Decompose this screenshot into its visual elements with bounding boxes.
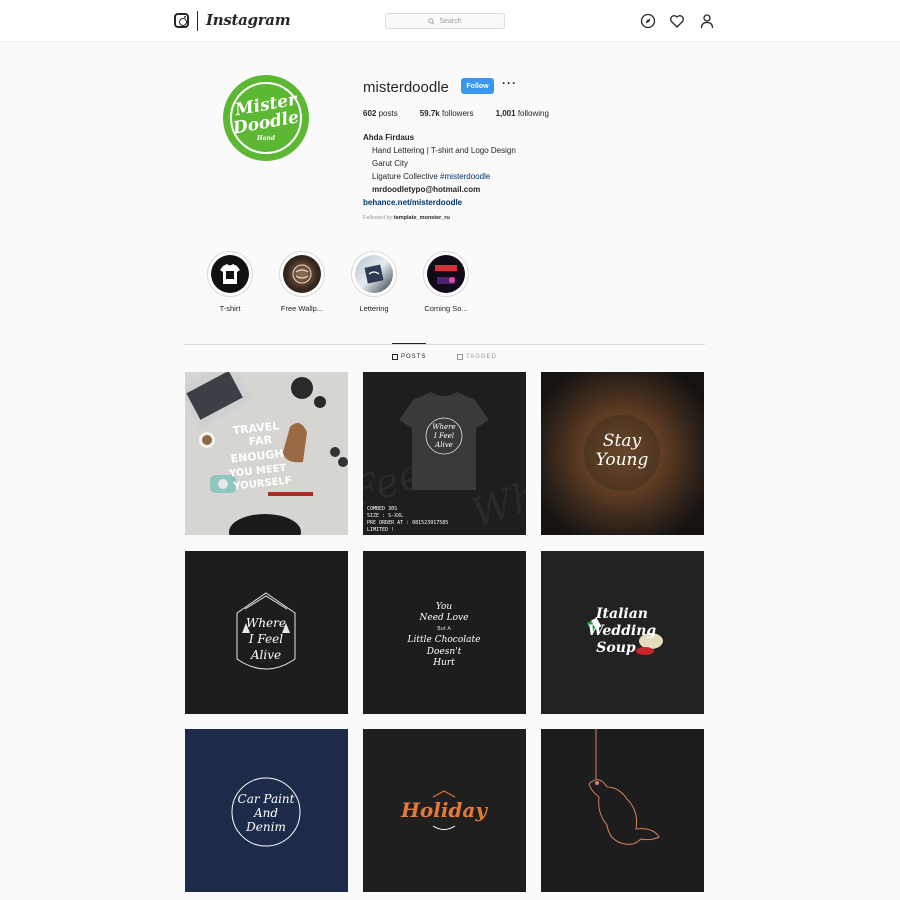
following-count: 1,001: [495, 109, 516, 118]
post-text: I Feel: [433, 432, 454, 440]
post-text: Alive: [434, 441, 453, 449]
highlight-cover: [211, 255, 249, 293]
post-text: But A: [437, 626, 451, 632]
post-thumbnail[interactable]: Italian Wedding Soup: [541, 551, 704, 714]
instagram-wordmark[interactable]: Instagram: [206, 11, 291, 29]
post-caption: COMBED 30S: [367, 506, 397, 512]
posts-stat: 602 posts: [363, 109, 398, 118]
post-text: Denim: [245, 820, 286, 834]
lettering-icon: [292, 264, 312, 284]
tab-label: TAGGED: [466, 354, 497, 360]
search-placeholder: Search: [439, 17, 462, 25]
hashtag-link[interactable]: #misterdoodle: [440, 172, 490, 181]
followed-by-user[interactable]: template_monster_ru: [394, 215, 450, 221]
highlight-coming-soon[interactable]: Coming So...: [423, 251, 469, 313]
post-text: Doesn't: [426, 647, 462, 657]
bio-line: Garut City: [372, 159, 409, 168]
post-thumbnail[interactable]: TRAVEL FAR ENOUGH YOU MEET YOURSELF: [185, 372, 348, 535]
post-text: And: [253, 806, 278, 820]
post-thumbnail[interactable]: Car Paint And Denim: [185, 729, 348, 892]
profile-stats: 602 posts 59.7k followers 1,001 followin…: [363, 109, 549, 118]
followed-by-prefix: Followed by: [363, 215, 394, 221]
post-text: Stay: [603, 431, 642, 451]
posts-label: posts: [378, 109, 398, 118]
tab-posts[interactable]: POSTS: [392, 354, 426, 360]
tshirt-icon: [220, 264, 240, 284]
heart-icon[interactable]: [669, 13, 685, 29]
highlight-cover: [283, 255, 321, 293]
logo-divider: [197, 11, 198, 31]
tabs-divider: [184, 344, 705, 345]
highlight-ring: [423, 251, 469, 297]
post-text: Car Paint: [238, 792, 295, 806]
lettering-card-icon: [364, 264, 384, 284]
instagram-glyph-icon[interactable]: [174, 13, 189, 28]
post-thumbnail[interactable]: You Need Love But A Little Chocolate Doe…: [363, 551, 526, 714]
post-text: Young: [596, 450, 649, 470]
highlight-free-wallpaper[interactable]: Free Wallp...: [279, 251, 325, 313]
following-label: following: [517, 109, 549, 118]
search-icon: [428, 17, 436, 25]
avatar-text-small: Hand: [256, 135, 276, 142]
post-text: You: [436, 602, 453, 612]
post-text: Wedding: [588, 623, 657, 639]
followers-stat[interactable]: 59.7k followers: [420, 109, 474, 118]
post-text: Where: [246, 616, 286, 630]
top-navigation-bar: Instagram Search: [0, 0, 900, 42]
profile-bio: Ahda Firdaus Hand Lettering | T-shirt an…: [363, 131, 516, 209]
website-link[interactable]: behance.net/misterdoodle: [363, 196, 516, 209]
post-text: Hurt: [432, 658, 455, 668]
coming-soon-icon: [435, 265, 457, 284]
followers-label: followers: [441, 109, 474, 118]
compass-icon[interactable]: [640, 13, 656, 29]
post-text: Alive: [250, 648, 281, 662]
following-stat[interactable]: 1,001 following: [496, 109, 549, 118]
follow-button[interactable]: Follow: [461, 78, 494, 94]
post-text: Soup: [596, 640, 636, 656]
bio-line: Hand Lettering | T-shirt and Logo Design: [372, 146, 516, 155]
post-caption: SIZE : S-XXL: [367, 513, 403, 519]
tag-icon: [457, 354, 463, 360]
post-text: FAR: [248, 433, 273, 448]
active-tab-indicator: [392, 343, 426, 344]
highlight-ring: [351, 251, 397, 297]
post-caption: LIMITED !: [367, 527, 394, 533]
bio-line: Ligature Collective #misterdoodle: [363, 170, 516, 183]
post-text: Where: [432, 423, 455, 431]
profile-username: misterdoodle: [363, 79, 449, 96]
tab-tagged[interactable]: TAGGED: [457, 354, 497, 360]
bio-text: Ligature Collective: [372, 172, 441, 181]
post-text: Italian: [595, 606, 648, 622]
post-thumbnail[interactable]: Feel Where Where I Feel Alive COMBED 30S…: [363, 372, 526, 535]
post-text: Holiday: [400, 798, 488, 822]
person-icon[interactable]: [699, 13, 715, 29]
post-thumbnail[interactable]: [541, 729, 704, 892]
post-text: Need Love: [419, 613, 469, 623]
highlight-tshirt[interactable]: T-shirt: [207, 251, 253, 313]
post-thumbnail[interactable]: Holiday: [363, 729, 526, 892]
highlight-cover: [355, 255, 393, 293]
posts-count: 602: [363, 109, 377, 118]
highlight-ring: [207, 251, 253, 297]
search-input[interactable]: Search: [385, 13, 505, 29]
post-caption: PRE ORDER AT : 081523917585: [367, 520, 448, 526]
grid-icon: [392, 354, 398, 360]
tab-label: POSTS: [401, 354, 427, 360]
highlight-label: Coming So...: [424, 304, 468, 313]
followed-by: Followed by template_monster_ru: [363, 215, 450, 221]
highlight-cover: [427, 255, 465, 293]
post-thumbnail[interactable]: Stay Young: [541, 372, 704, 535]
profile-avatar[interactable]: Mister Doodle Hand: [223, 75, 309, 161]
full-name: Ahda Firdaus: [363, 133, 415, 142]
bio-email: mrdoodletypo@hotmail.com: [372, 185, 481, 194]
post-thumbnail[interactable]: Where I Feel Alive: [185, 551, 348, 714]
highlight-lettering[interactable]: Lettering: [351, 251, 397, 313]
post-text: I Feel: [248, 632, 283, 646]
highlight-ring: [279, 251, 325, 297]
post-text: Little Chocolate: [407, 635, 481, 645]
followers-count: 59.7k: [419, 109, 440, 118]
more-options-button[interactable]: ···: [502, 76, 517, 90]
